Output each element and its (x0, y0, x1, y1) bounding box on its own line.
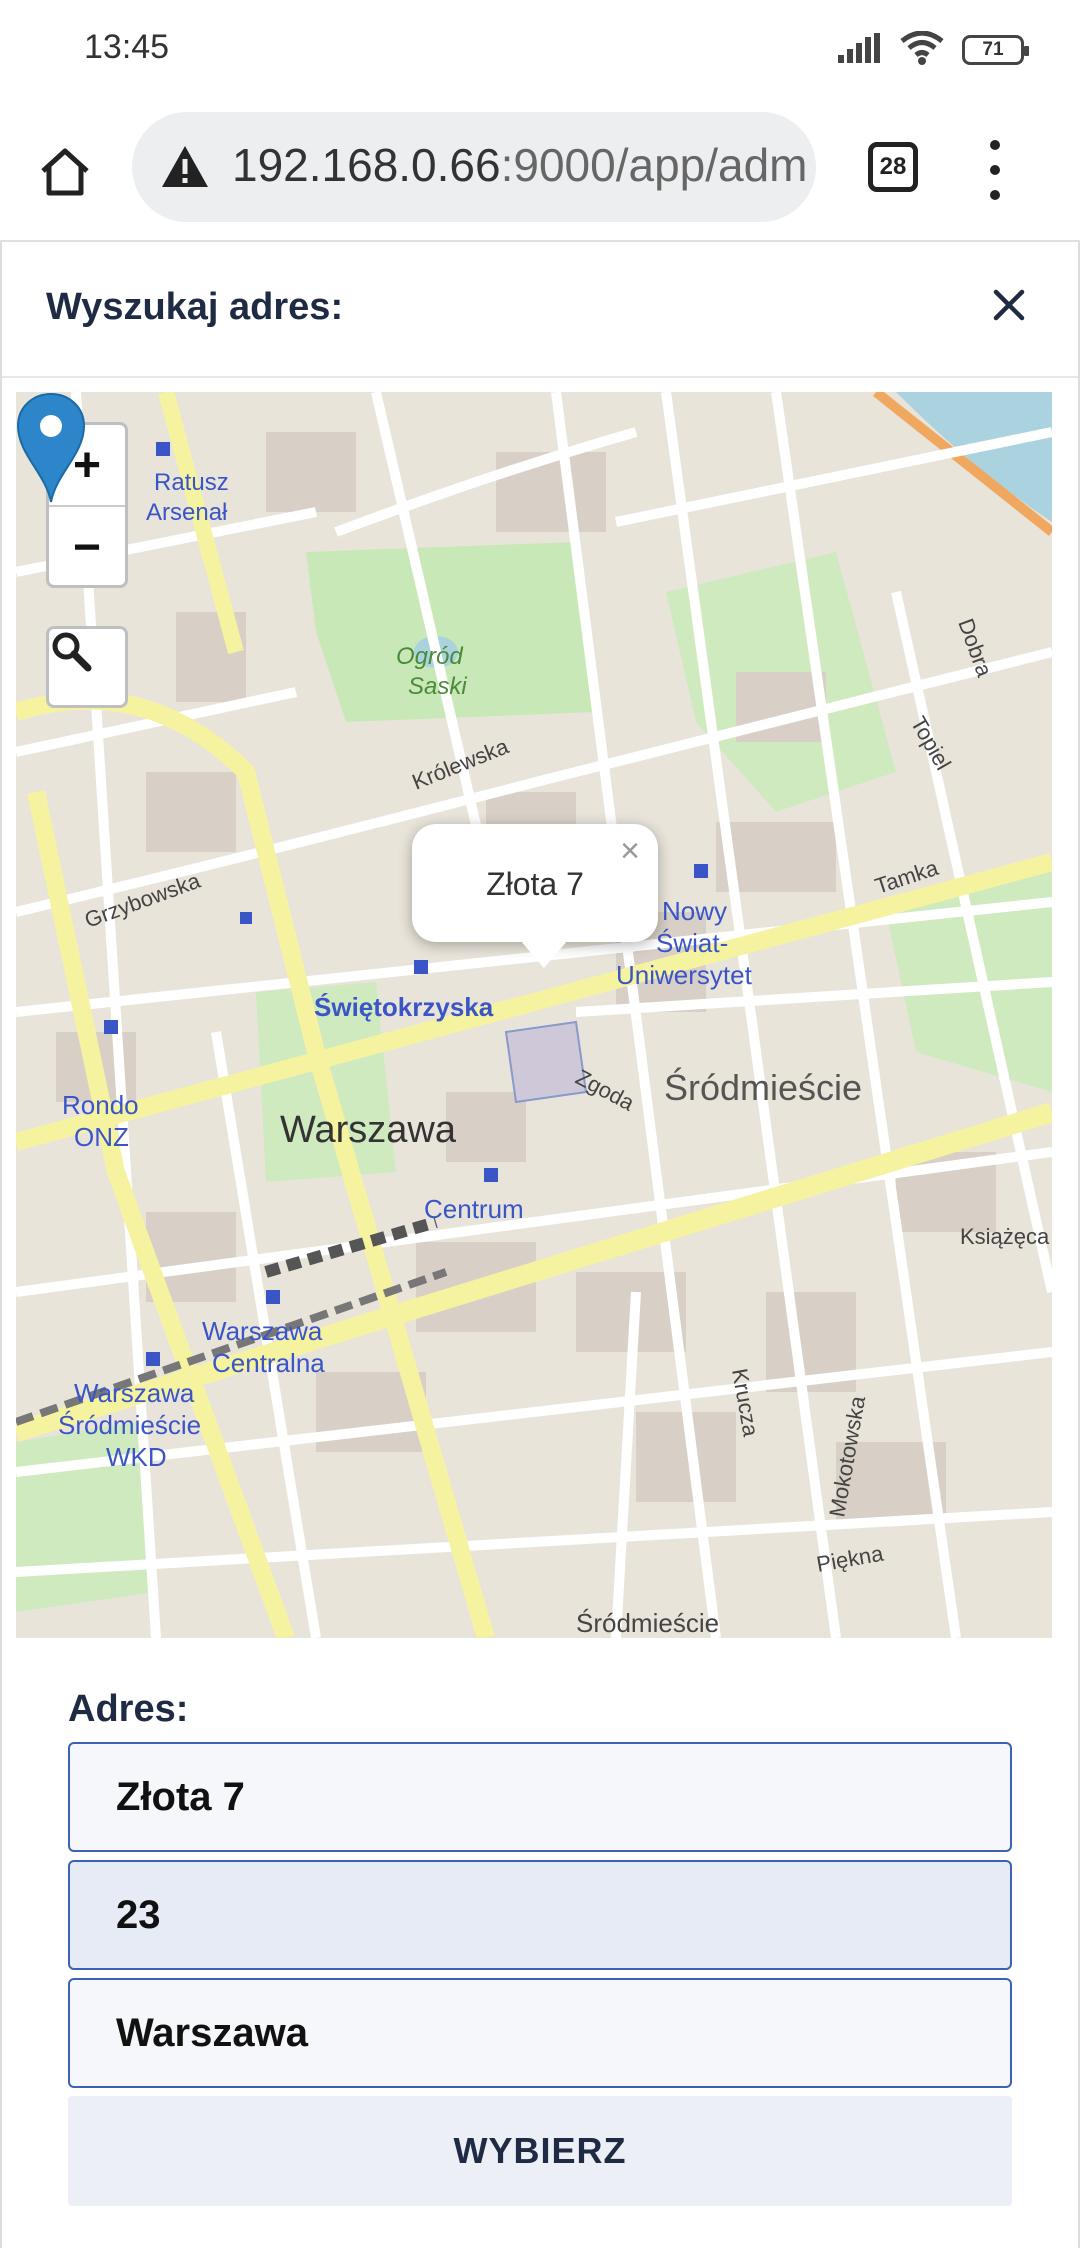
tabs-button[interactable]: 28 (868, 142, 918, 192)
map-label-centrum: Centrum (424, 1194, 524, 1224)
map-tiles[interactable]: Ratusz Arsenał Ogród Saski Królewska Grz… (16, 392, 1052, 1638)
map-label-swietokrzyska: Świętokrzyska (314, 992, 494, 1022)
map-label-wkd-srodmiescie: Śródmieście (58, 1410, 201, 1440)
status-icons: 71 (838, 30, 1029, 70)
home-icon (41, 148, 89, 196)
house-number-input[interactable] (68, 1860, 1012, 1970)
wifi-icon (900, 30, 944, 70)
warning-icon[interactable] (160, 142, 210, 192)
address-bar[interactable]: 192.168.0.66:9000/app/adm (132, 112, 816, 222)
close-button[interactable] (986, 282, 1032, 328)
map-railway (264, 1216, 438, 1278)
dialog-divider (2, 376, 1078, 378)
street-input[interactable] (68, 1742, 1012, 1852)
map-label-wkd-warszawa: Warszawa (74, 1378, 195, 1408)
map-search-button[interactable] (46, 626, 128, 708)
map-label-swiat: Świat- (656, 928, 728, 958)
signal-icon (838, 32, 882, 68)
map-label-ogrod: Ogród (396, 643, 463, 670)
map-label-uniwersytet: Uniwersytet (616, 960, 753, 990)
url-host: 192.168.0.66 (232, 139, 501, 191)
select-button[interactable]: WYBIERZ (68, 2096, 1012, 2206)
map-label-onz: ONZ (74, 1122, 129, 1152)
search-icon (52, 632, 92, 672)
map-label-centralna: Centralna (212, 1348, 325, 1378)
url-path: :9000/app/adm (500, 139, 808, 191)
map-label-ratusz: Ratusz (154, 469, 229, 496)
address-label: Adres: (68, 1688, 189, 1730)
home-button[interactable] (30, 136, 100, 206)
map-label-saski: Saski (408, 673, 467, 700)
map-label-rondo: Rondo (62, 1090, 139, 1120)
zoom-out-button[interactable]: − (49, 505, 125, 585)
map-label-warszawa: Warszawa (280, 1109, 457, 1151)
map-label-srodmiescie: Śródmieście (664, 1066, 862, 1108)
map-selected-building (504, 1020, 588, 1104)
map-marker-icon[interactable] (16, 392, 86, 504)
popup-text: Złota 7 (486, 866, 584, 902)
map-label-topiel: Topiel (906, 712, 956, 774)
status-bar: 13:45 71 (0, 0, 1080, 100)
map-label-srodmiescie-bottom: Śródmieście (576, 1608, 719, 1638)
more-vert-icon[interactable] (980, 140, 1010, 200)
city-input[interactable] (68, 1978, 1012, 2088)
map-label-warszawa-centralna: Warszawa (202, 1316, 323, 1346)
marker-popup: × Złota 7 (412, 824, 658, 968)
browser-toolbar: 192.168.0.66:9000/app/adm 28 (0, 100, 1080, 242)
dialog-title: Wyszukaj adres: (46, 286, 344, 328)
battery-icon: 71 (962, 35, 1029, 65)
map-label-nowy: Nowy (662, 896, 727, 926)
map-label-zgoda: Zgoda (572, 1064, 639, 1116)
close-icon (993, 289, 1025, 321)
map-label-wkd: WKD (106, 1442, 167, 1472)
map-view[interactable]: Ratusz Arsenał Ogród Saski Królewska Grz… (16, 392, 1052, 1638)
status-time: 13:45 (84, 28, 170, 66)
url-text: 192.168.0.66:9000/app/adm (232, 138, 808, 192)
map-label-arsenal: Arsenał (146, 499, 228, 526)
map-label-ksiazeca: Książęca (960, 1224, 1050, 1249)
